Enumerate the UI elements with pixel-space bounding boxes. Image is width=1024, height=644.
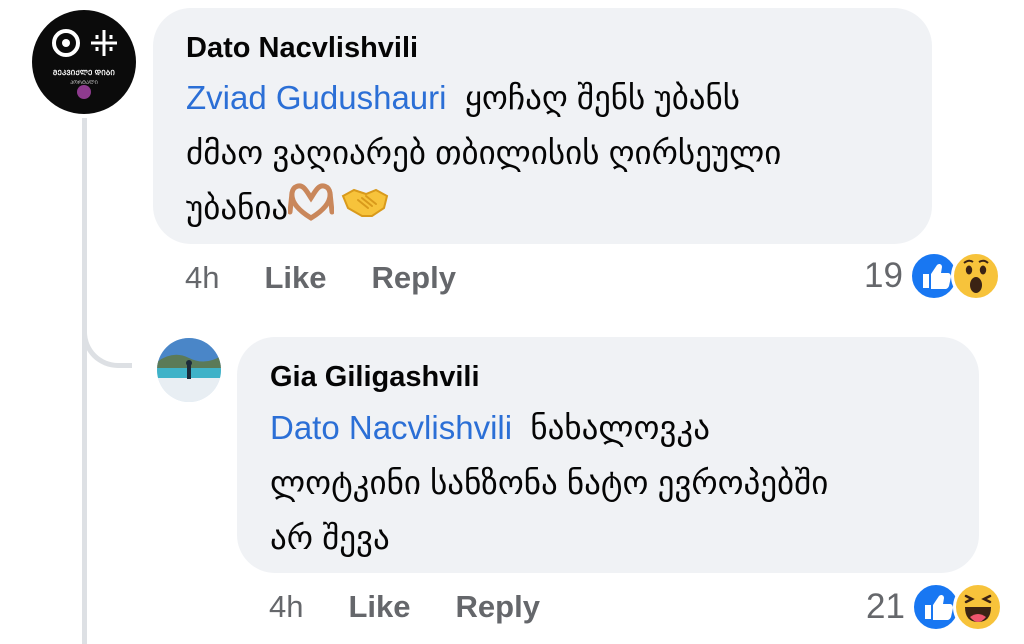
heart-hands-icon	[287, 182, 335, 238]
reply-line-2: ლოტკინი სანზონა ნატო ევროპებში	[270, 464, 829, 501]
reply-timestamp[interactable]: 4h	[269, 589, 303, 625]
avatar-dato[interactable]: ᲛᲔᲙᲕᲘᲥᲚᲔ ᲓᲘᲑᲘ ᲞᲝᲠᲢᲐᲚᲘ	[32, 10, 136, 114]
avatar-subtext: ᲞᲝᲠᲢᲐᲚᲘ	[70, 80, 98, 86]
comment-author[interactable]: Dato Nacvlishvili	[186, 32, 418, 65]
reaction-count: 21	[866, 587, 905, 626]
avatar-photo	[157, 338, 221, 402]
reaction-summary[interactable]: 21	[866, 582, 1003, 632]
avatar-logo	[52, 29, 117, 99]
comment-line-1: Zviad Gudushauri ყოჩაღ შენს უბანს	[186, 70, 916, 125]
reaction-count: 19	[864, 256, 903, 295]
mention-link[interactable]: Dato Nacvlishvili	[270, 409, 512, 446]
reply-actions: 4h Like Reply	[269, 589, 585, 625]
comment-line-3: უბანია	[186, 180, 916, 238]
thread-line-branch	[82, 318, 132, 368]
avatar-gia[interactable]	[157, 338, 221, 402]
comment-line-2: ძმაო ვაღიარებ თბილისის ღირსეული	[186, 134, 782, 171]
comment-actions: 4h Like Reply	[185, 260, 501, 296]
comment-text: Zviad Gudushauri ყოჩაღ შენს უბანს ძმაო ვ…	[186, 70, 916, 238]
like-button[interactable]: Like	[264, 260, 326, 296]
thread-line-vertical	[82, 118, 87, 644]
handshake-icon	[340, 182, 390, 238]
reply-line-3: არ შევა	[270, 519, 390, 556]
avatar-text: ᲛᲔᲙᲕᲘᲥᲚᲔ ᲓᲘᲑᲘ	[52, 70, 116, 77]
reply-author[interactable]: Gia Giligashvili	[270, 361, 480, 394]
reply-button[interactable]: Reply	[456, 589, 540, 625]
reply-text-part: ნახალოვკა	[530, 409, 711, 446]
reply-button[interactable]: Reply	[372, 260, 456, 296]
comment-text-part: უბანია	[186, 189, 289, 226]
comment-timestamp[interactable]: 4h	[185, 260, 219, 296]
like-button[interactable]: Like	[348, 589, 410, 625]
reply-text: Dato Nacvlishvili ნახალოვკა ლოტკინი სანზ…	[270, 400, 970, 565]
wow-icon	[950, 251, 1001, 301]
reaction-summary[interactable]: 19	[864, 251, 1001, 301]
mention-link[interactable]: Zviad Gudushauri	[186, 79, 446, 116]
haha-icon	[952, 582, 1003, 632]
comment-text-part: ყოჩაღ შენს უბანს	[464, 79, 741, 116]
reply-line-1: Dato Nacvlishvili ნახალოვკა	[270, 400, 970, 455]
